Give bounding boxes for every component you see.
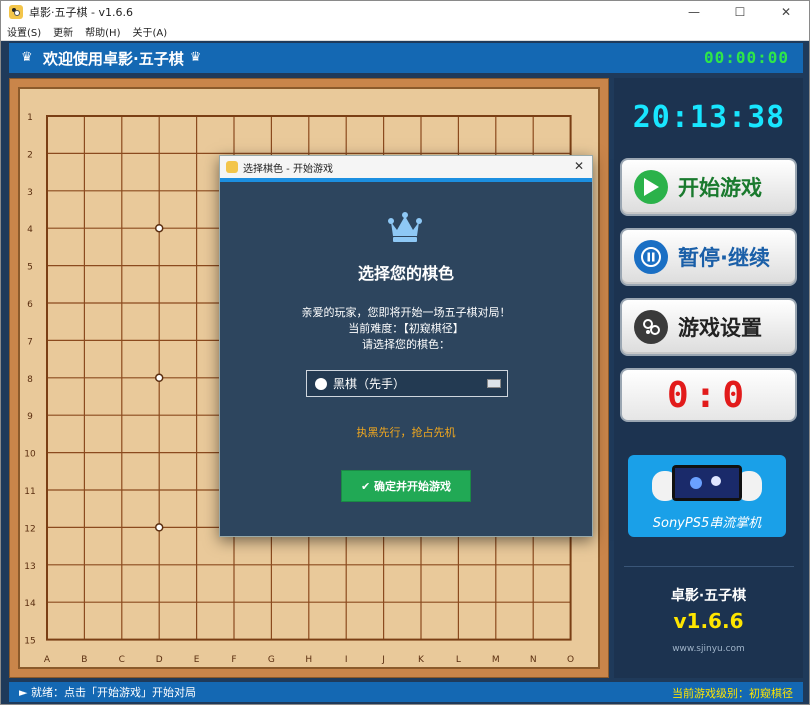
dialog-prompt-text: 请选择您的棋色： xyxy=(362,338,450,351)
score-separator: : xyxy=(694,374,723,416)
color-select-value: 黑棋（先手） xyxy=(333,377,406,391)
menu-about[interactable]: 关于(A) xyxy=(126,24,173,39)
column-label: H xyxy=(305,655,312,665)
status-bar: ► 就绪：点击「开始游戏」开始对局 当前游戏级别：初窥棋径 xyxy=(9,682,803,702)
row-label: 8 xyxy=(27,375,33,385)
column-label: M xyxy=(492,655,500,665)
panel-divider xyxy=(624,566,794,567)
game-timer: 00:00:00 xyxy=(703,48,789,67)
crown-icon: ♛ xyxy=(189,50,202,65)
row-label: 3 xyxy=(27,188,33,198)
row-label: 9 xyxy=(27,412,33,422)
crown-icon: ♛ xyxy=(21,50,33,65)
dropdown-handle-icon[interactable] xyxy=(487,379,501,388)
row-label: 7 xyxy=(27,337,33,347)
column-label: F xyxy=(231,655,236,665)
title-bar: 卓影·五子棋 - v1.6.6 — ☐ ✕ xyxy=(1,1,809,23)
column-label: O xyxy=(567,655,574,665)
column-label: E xyxy=(194,655,200,665)
column-label: K xyxy=(418,655,425,665)
dialog-heading: 选择您的棋色 xyxy=(357,264,454,283)
star-point xyxy=(154,223,164,233)
app-name: 卓影·五子棋 xyxy=(670,588,747,604)
difficulty-status: 当前游戏级别：初窥棋径 xyxy=(672,687,793,700)
row-label: 6 xyxy=(27,300,33,310)
ad-banner[interactable]: SonyPS5串流掌机 xyxy=(628,455,786,537)
app-website[interactable]: www.sjinyu.com xyxy=(614,644,803,654)
pause-resume-label: 暂停·继续 xyxy=(678,246,770,270)
star-point xyxy=(154,523,164,532)
row-label: 10 xyxy=(24,450,36,460)
dialog-title: 选择棋色 - 开始游戏 xyxy=(243,163,333,175)
dialog-intro-text: 亲爱的玩家，您即将开始一场五子棋对局！ xyxy=(301,306,511,319)
pause-icon xyxy=(634,240,668,274)
row-label: 14 xyxy=(24,599,36,609)
column-label: B xyxy=(81,655,87,665)
score-display: 0 : 0 xyxy=(620,368,797,422)
color-select[interactable]: 黑棋（先手） xyxy=(306,370,508,397)
game-settings-label: 游戏设置 xyxy=(678,316,762,340)
column-label: G xyxy=(268,655,275,665)
row-label: 15 xyxy=(24,637,35,647)
row-label: 4 xyxy=(27,225,33,235)
choose-color-dialog: 选择棋色 - 开始游戏 ✕ 选择您的棋色 亲爱的玩家，您即将开始一场五子棋对局！… xyxy=(219,155,593,537)
dialog-difficulty-text: 当前难度：【初窥棋径】 xyxy=(348,322,464,335)
pause-resume-button[interactable]: 暂停·继续 xyxy=(620,228,797,286)
app-version: v1.6.6 xyxy=(673,609,744,633)
row-label: 13 xyxy=(24,562,35,572)
row-label: 5 xyxy=(27,263,33,273)
row-label: 1 xyxy=(27,113,33,123)
play-icon xyxy=(634,170,668,204)
start-game-label: 开始游戏 xyxy=(678,176,762,200)
column-label: D xyxy=(156,655,163,665)
column-label: J xyxy=(381,655,385,665)
header-banner: ♛ 欢迎使用卓影·五子棋 ♛ 00:00:00 xyxy=(9,43,803,73)
crown-icon xyxy=(388,212,422,242)
game-settings-button[interactable]: 游戏设置 xyxy=(620,298,797,356)
start-game-button[interactable]: 开始游戏 xyxy=(620,158,797,216)
dialog-close-button[interactable]: ✕ xyxy=(574,159,584,173)
score-black: 0 xyxy=(666,374,695,416)
status-text: ► 就绪：点击「开始游戏」开始对局 xyxy=(19,686,196,699)
window-title: 卓影·五子棋 - v1.6.6 xyxy=(29,6,133,19)
column-label: L xyxy=(456,655,461,665)
right-panel: 20:13:38 开始游戏 暂停·继续 游戏设置 0 : 0 SonyPS5串流… xyxy=(614,78,803,678)
close-button[interactable]: ✕ xyxy=(763,1,809,23)
white-stone-icon xyxy=(315,377,327,390)
minimize-button[interactable]: — xyxy=(671,1,717,23)
system-clock: 20:13:38 xyxy=(632,100,786,135)
score-white: 0 xyxy=(722,374,751,416)
dialog-hint: 执黑先行，抢占先机 xyxy=(356,426,456,439)
main-window: 卓影·五子棋 - v1.6.6 — ☐ ✕ 设置(S) 更新 帮助(H) 关于(… xyxy=(0,0,810,705)
header-title: 欢迎使用卓影·五子棋 xyxy=(43,49,184,68)
star-point xyxy=(154,373,164,383)
column-label: A xyxy=(44,655,51,665)
menu-settings[interactable]: 设置(S) xyxy=(1,24,47,39)
row-label: 11 xyxy=(24,487,35,497)
column-label: I xyxy=(345,655,348,665)
column-label: C xyxy=(119,655,125,665)
menu-update[interactable]: 更新 xyxy=(47,24,79,39)
maximize-button[interactable]: ☐ xyxy=(717,1,763,23)
menu-help[interactable]: 帮助(H) xyxy=(79,24,126,39)
dialog-accent-bar xyxy=(220,178,592,182)
ad-text: SonyPS5串流掌机 xyxy=(652,516,762,531)
dialog-app-icon xyxy=(226,161,238,173)
row-label: 12 xyxy=(24,524,35,534)
handheld-device-image xyxy=(652,465,762,501)
window-controls: — ☐ ✕ xyxy=(671,1,809,23)
row-label: 2 xyxy=(27,150,33,160)
menu-bar: 设置(S) 更新 帮助(H) 关于(A) xyxy=(1,23,809,41)
app-logo-icon xyxy=(9,5,23,19)
column-label: N xyxy=(530,655,537,665)
dialog-title-bar: 选择棋色 - 开始游戏 ✕ xyxy=(220,156,592,178)
settings-icon xyxy=(634,310,668,344)
confirm-start-button[interactable]: ✔ 确定并开始游戏 xyxy=(341,470,471,502)
